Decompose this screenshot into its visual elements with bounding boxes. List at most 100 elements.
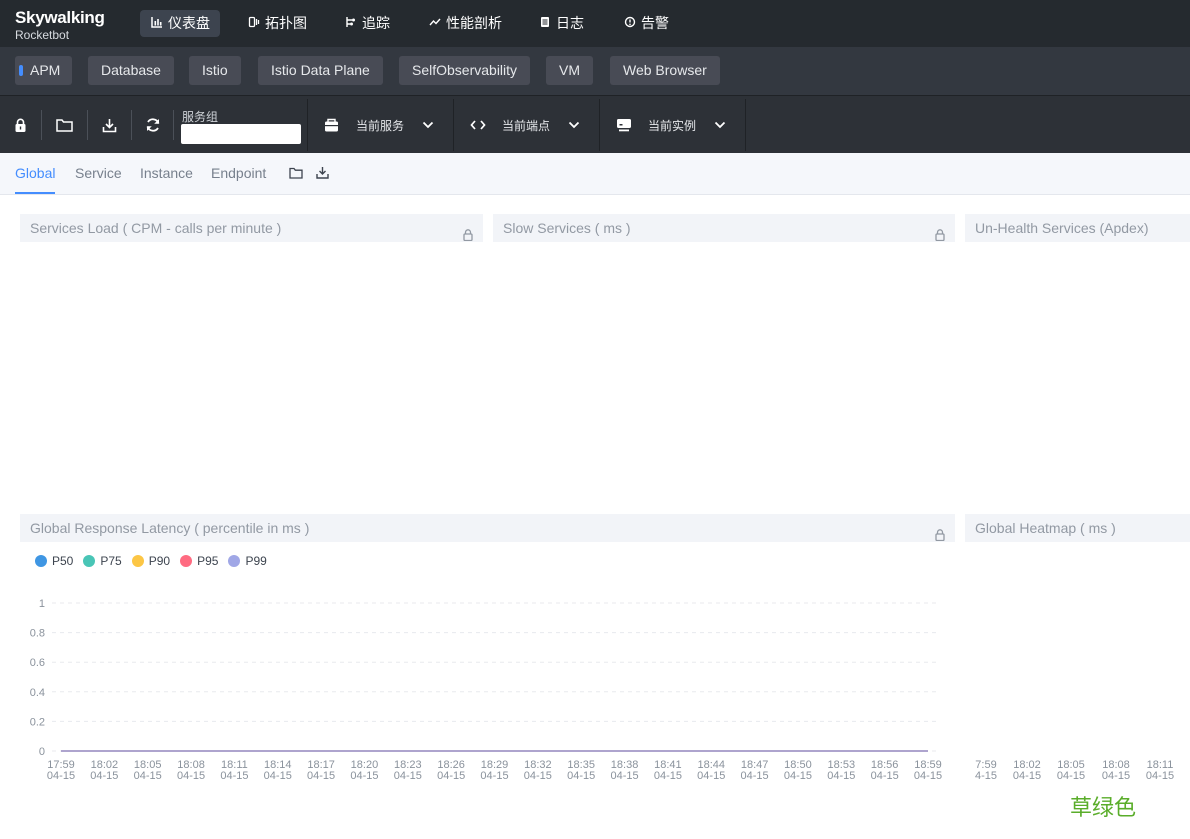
nav-log-label: 日志 xyxy=(556,15,584,31)
group-tab-label: Istio Data Plane xyxy=(271,62,370,78)
export-button[interactable] xyxy=(102,96,117,154)
legend-item-p50[interactable]: P50 xyxy=(35,554,73,568)
top-navbar: Skywalking Rocketbot 仪表盘 拓扑图 追踪 性能剖析 日志 … xyxy=(0,0,1190,47)
nav-topology-label: 拓扑图 xyxy=(265,15,307,31)
lock-button[interactable] xyxy=(14,96,27,154)
panel-title: Slow Services ( ms ) xyxy=(503,220,631,236)
x-tick-date-label: 04-15 xyxy=(741,770,769,782)
tab-instance[interactable]: Instance xyxy=(140,153,193,194)
watermark-text: 草绿色 xyxy=(1070,796,1137,821)
x-tick-date-label: 04-15 xyxy=(350,770,378,782)
import-tab-button[interactable] xyxy=(289,167,303,181)
divider xyxy=(453,99,454,151)
y-tick-label: 0.8 xyxy=(30,628,45,640)
download-icon xyxy=(102,118,117,132)
divider xyxy=(87,110,88,140)
tab-service[interactable]: Service xyxy=(75,153,122,194)
legend-item-p75[interactable]: P75 xyxy=(83,554,122,568)
heatmap-x-tick-date-label: 04-15 xyxy=(1146,770,1174,782)
panel-title: Services Load ( CPM - calls per minute ) xyxy=(30,220,282,236)
panel-title: Un-Health Services (Apdex) xyxy=(975,220,1149,236)
divider xyxy=(173,110,174,140)
import-button[interactable] xyxy=(56,96,73,154)
divider xyxy=(745,99,746,151)
brand-subtitle: Rocketbot xyxy=(15,28,70,42)
x-tick-date-label: 04-15 xyxy=(480,770,508,782)
tab-endpoint[interactable]: Endpoint xyxy=(211,153,266,194)
group-tab-database[interactable]: Database xyxy=(88,56,174,85)
nav-profile[interactable]: 性能剖析 xyxy=(418,10,512,37)
current-instance-select[interactable]: 当前实例 xyxy=(616,96,726,154)
divider xyxy=(599,99,600,151)
x-tick-date-label: 04-15 xyxy=(914,770,942,782)
legend-item-p95[interactable]: P95 xyxy=(180,554,218,568)
legend-label: P95 xyxy=(197,554,219,568)
divider xyxy=(41,110,42,140)
brand-name: Skywalking xyxy=(15,8,105,27)
nav-log[interactable]: 日志 xyxy=(528,10,594,37)
y-tick-label: 0.2 xyxy=(30,716,45,728)
x-tick-date-label: 04-15 xyxy=(264,770,292,782)
dashboard-icon xyxy=(150,11,164,38)
current-service-label: 当前服务 xyxy=(356,118,405,133)
chevron-down-icon xyxy=(714,121,726,129)
divider xyxy=(131,110,132,140)
refresh-button[interactable] xyxy=(145,96,161,154)
trace-icon xyxy=(344,11,358,38)
heatmap-x-tick-date-label: 04-15 xyxy=(1102,770,1130,782)
group-tab-label: Database xyxy=(101,62,161,78)
nav-dashboard-label: 仪表盘 xyxy=(168,15,210,31)
lock-icon[interactable] xyxy=(463,222,473,242)
logo[interactable]: Skywalking Rocketbot xyxy=(15,8,105,42)
nav-dashboard[interactable]: 仪表盘 xyxy=(140,10,220,37)
export-tab-button[interactable] xyxy=(316,166,329,180)
legend-item-p90[interactable]: P90 xyxy=(131,554,171,568)
nav-profile-label: 性能剖析 xyxy=(446,15,502,31)
lock-icon[interactable] xyxy=(935,222,945,242)
legend-dot xyxy=(131,555,144,567)
log-icon xyxy=(538,11,552,38)
dashboard-group-bar: APM Database Istio Istio Data Plane Self… xyxy=(0,47,1190,95)
y-tick-label: 0.4 xyxy=(30,687,45,699)
legend-dot xyxy=(180,555,193,567)
service-icon xyxy=(325,118,338,132)
group-tab-vm[interactable]: VM xyxy=(546,56,593,85)
group-tab-web-browser[interactable]: Web Browser xyxy=(610,56,720,85)
current-instance-label: 当前实例 xyxy=(648,118,697,133)
legend-label: P99 xyxy=(245,554,267,568)
current-service-select[interactable]: 当前服务 xyxy=(324,96,434,154)
y-tick-label: 0.6 xyxy=(30,657,45,669)
refresh-icon xyxy=(146,118,160,132)
x-tick-date-label: 04-15 xyxy=(871,770,899,782)
service-group-input[interactable] xyxy=(181,124,301,144)
legend-dot xyxy=(35,555,47,567)
group-tab-selfobservability[interactable]: SelfObservability xyxy=(399,56,531,85)
group-tab-label: APM xyxy=(30,62,61,78)
legend-label: P90 xyxy=(148,554,171,568)
folder-icon xyxy=(289,167,303,179)
group-tab-apm[interactable]: APM xyxy=(15,56,73,85)
nav-trace[interactable]: 追踪 xyxy=(334,10,400,37)
panel-unhealth-services-header: Un-Health Services (Apdex) xyxy=(965,214,1190,242)
panel-title: Global Response Latency ( percentile in … xyxy=(30,520,310,536)
chevron-down-icon xyxy=(568,121,580,129)
group-tab-istio[interactable]: Istio xyxy=(189,56,241,85)
chart-legend: P50 P75 P90 P95 P99 xyxy=(35,553,277,569)
x-tick-date-label: 04-15 xyxy=(177,770,205,782)
panel-global-heatmap-header: Global Heatmap ( ms ) xyxy=(965,514,1190,542)
x-tick-date-label: 04-15 xyxy=(610,770,638,782)
toolbar: 服务组 当前服务 当前端点 当前实例 xyxy=(0,95,1190,153)
lock-icon[interactable] xyxy=(935,522,945,542)
x-tick-date-label: 04-15 xyxy=(697,770,725,782)
heatmap-x-tick-date-label: 04-15 xyxy=(1013,770,1041,782)
panel-slow-services-header: Slow Services ( ms ) xyxy=(493,214,955,242)
group-tab-label: VM xyxy=(559,62,580,78)
heatmap-chart: 7:594-1518:0204-1518:0504-1518:0804-1518… xyxy=(975,759,1174,782)
legend-item-p99[interactable]: P99 xyxy=(228,554,267,568)
nav-topology[interactable]: 拓扑图 xyxy=(237,10,317,37)
group-tab-istio-data-plane[interactable]: Istio Data Plane xyxy=(258,56,383,85)
x-tick-date-label: 04-15 xyxy=(47,770,75,782)
current-endpoint-select[interactable]: 当前端点 xyxy=(470,96,580,154)
nav-alarm[interactable]: 告警 xyxy=(613,10,679,37)
tab-global[interactable]: Global xyxy=(15,153,56,194)
